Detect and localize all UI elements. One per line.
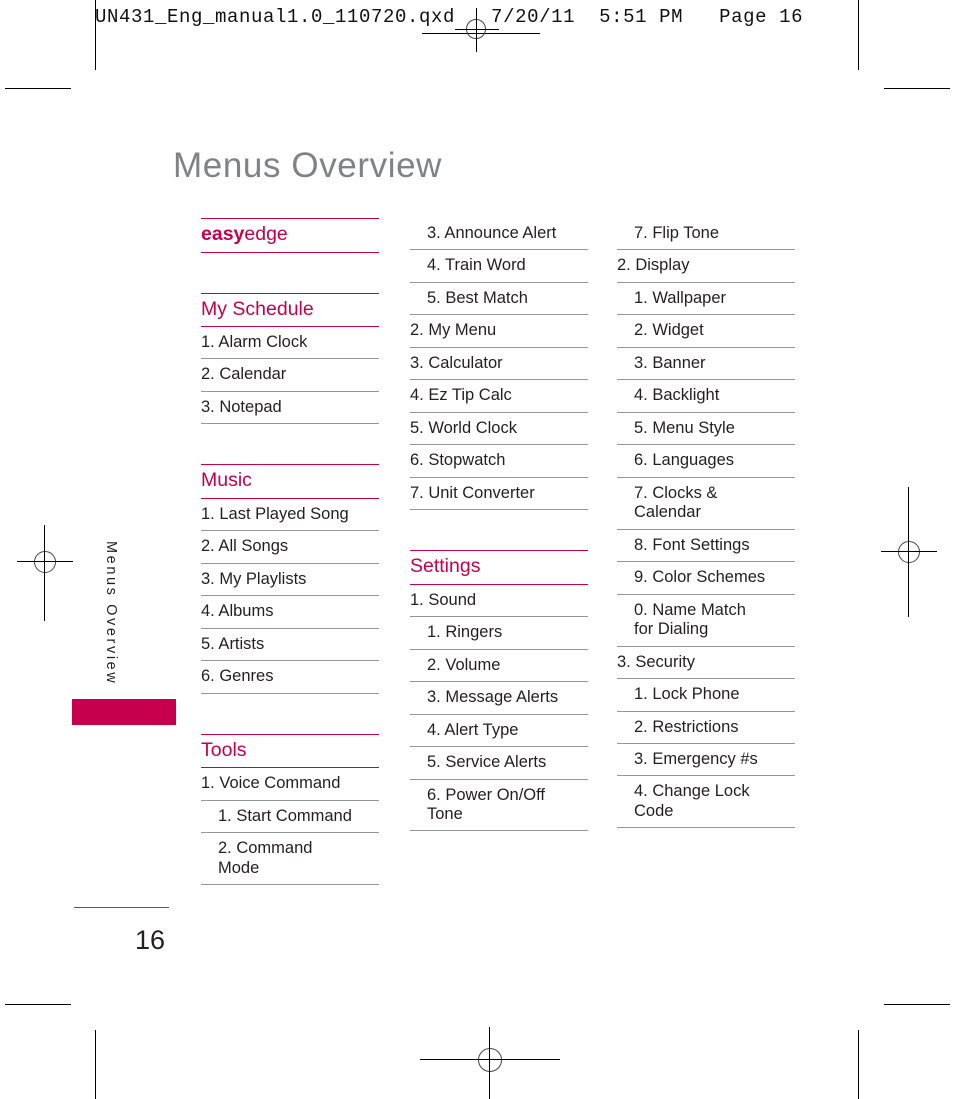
registration-mark-right <box>881 487 937 617</box>
crop-mark-bottom-left-v <box>95 1030 96 1099</box>
menu-item: 4. Albums <box>201 596 379 629</box>
menu-item: 3. Notepad <box>201 392 379 425</box>
menu-column-3: 7. Flip Tone 2. Display 1. Wallpaper 2. Wid… <box>617 218 795 829</box>
registration-circle <box>478 1048 502 1072</box>
menu-item: 2. Widget <box>617 315 795 348</box>
menu-item: 1. Last Played Song <box>201 499 379 532</box>
menu-item: 7. Unit Converter <box>410 478 588 511</box>
menu-item: 1. Ringers <box>410 617 588 650</box>
menu-item: 2. Calendar <box>201 359 379 392</box>
menu-item: 5. Artists <box>201 629 379 662</box>
menu-column-1: easyedge My Schedule 1. Alarm Clock 2. Cale… <box>201 218 379 886</box>
menu-item: 4. Alert Type <box>410 715 588 748</box>
menu-item: 1. Start Command <box>201 801 379 834</box>
menu-item: 7. Clocks & Calendar <box>617 478 795 530</box>
menu-item: 3. Calculator <box>410 348 588 381</box>
menu-section: Music 1. Last Played Song 2. All Songs 3. M… <box>201 464 379 694</box>
crop-mark-bottom-left-h <box>5 1004 71 1005</box>
menu-item: 2. My Menu <box>410 315 588 348</box>
crop-mark-top-right-v <box>858 60 859 70</box>
menu-item: 1. Voice Command <box>201 768 379 801</box>
registration-hline <box>17 561 73 562</box>
registration-circle <box>34 551 56 573</box>
menu-section-heading: Music <box>201 464 379 499</box>
menu-item: 1. Sound <box>410 585 588 618</box>
registration-vline <box>476 8 477 52</box>
menu-item: 2. Command Mode <box>201 833 379 886</box>
crop-mark-top-left-h <box>5 88 71 89</box>
menu-item: 3. Announce Alert <box>410 218 588 251</box>
registration-vline <box>489 1027 490 1099</box>
crop-mark-bottom-right-v <box>858 1030 859 1099</box>
menu-item: 2. Volume <box>410 650 588 683</box>
crop-mark-top-right-h <box>884 88 950 89</box>
menu-item: 1. Lock Phone <box>617 679 795 712</box>
registration-mark-left <box>17 525 73 621</box>
menu-item: 3. Emergency #s <box>617 744 795 777</box>
registration-hline <box>881 551 937 552</box>
menu-column-2: 3. Announce Alert 4. Train Word 5. Best Ma… <box>410 218 588 832</box>
menu-item: 6. Languages <box>617 445 795 478</box>
menu-item: 4. Ez Tip Calc <box>410 380 588 413</box>
page-title: Menus Overview <box>173 146 443 185</box>
manual-page: UN431_Eng_manual1.0_110720.qxd 7/20/11 5… <box>0 0 954 1099</box>
menu-item: 2. All Songs <box>201 531 379 564</box>
menu-item: 7. Flip Tone <box>617 218 795 251</box>
menu-item: 6. Power On/Off Tone <box>410 780 588 832</box>
menu-section: My Schedule 1. Alarm Clock 2. Calendar 3. N… <box>201 292 379 425</box>
crop-mark-top-left-v <box>95 60 96 70</box>
side-tab-marker <box>72 699 176 725</box>
folio-rule <box>74 907 169 908</box>
menu-item: 1. Wallpaper <box>617 283 795 316</box>
menu-item: 5. Service Alerts <box>410 747 588 780</box>
menu-section: easyedge <box>201 218 379 253</box>
menu-section: Tools 1. Voice Command 1. Start Command 2. … <box>201 733 379 886</box>
menu-section: 7. Flip Tone 2. Display 1. Wallpaper 2. Wid… <box>617 218 795 829</box>
menu-item: 3. Banner <box>617 348 795 381</box>
prepress-slug-text: UN431_Eng_manual1.0_110720.qxd 7/20/11 5… <box>95 6 804 28</box>
menu-section-heading: easyedge <box>201 218 379 253</box>
menu-item: 2. Display <box>617 250 795 283</box>
registration-circle <box>898 541 920 563</box>
menu-item: 9. Color Schemes <box>617 562 795 595</box>
page-number: 16 <box>135 925 166 955</box>
registration-vline <box>908 487 909 617</box>
menu-item: 5. Menu Style <box>617 413 795 446</box>
menu-item: 5. Best Match <box>410 283 588 316</box>
menu-item: 1. Alarm Clock <box>201 327 379 360</box>
menu-section-heading: Tools <box>201 733 379 769</box>
menu-item: 5. World Clock <box>410 413 588 446</box>
menu-section-heading: My Schedule <box>201 292 379 327</box>
registration-mark-top-center <box>455 8 499 52</box>
menu-item: 2. Restrictions <box>617 712 795 744</box>
menu-item: 0. Name Match for Dialing <box>617 595 795 647</box>
menu-item: 4. Backlight <box>617 380 795 413</box>
registration-vline <box>44 525 45 621</box>
menu-item: 4. Change Lock Code <box>617 776 795 829</box>
menu-section: Settings 1. Sound 1. Ringers 2. Volume 3. Me… <box>410 550 588 832</box>
registration-hline <box>420 1059 560 1060</box>
registration-mark-bottom-center <box>420 1027 560 1099</box>
menu-item: 6. Genres <box>201 661 379 694</box>
heading-light-part: edge <box>244 223 288 245</box>
menu-item: 3. Security <box>617 647 795 680</box>
slug-frame-right <box>858 0 859 68</box>
side-tab-label: Menus Overview <box>103 541 119 686</box>
menu-section-heading: Settings <box>410 550 588 585</box>
registration-hline <box>455 29 499 30</box>
menu-item: 3. My Playlists <box>201 564 379 597</box>
menu-item: 4. Train Word <box>410 250 588 283</box>
crop-mark-bottom-right-h <box>884 1004 950 1005</box>
menu-section: 3. Announce Alert 4. Train Word 5. Best Ma… <box>410 218 588 511</box>
menu-item: 6. Stopwatch <box>410 445 588 478</box>
heading-bold-part: easy <box>201 223 245 245</box>
menu-item: 8. Font Settings <box>617 530 795 563</box>
menu-item: 3. Message Alerts <box>410 682 588 715</box>
